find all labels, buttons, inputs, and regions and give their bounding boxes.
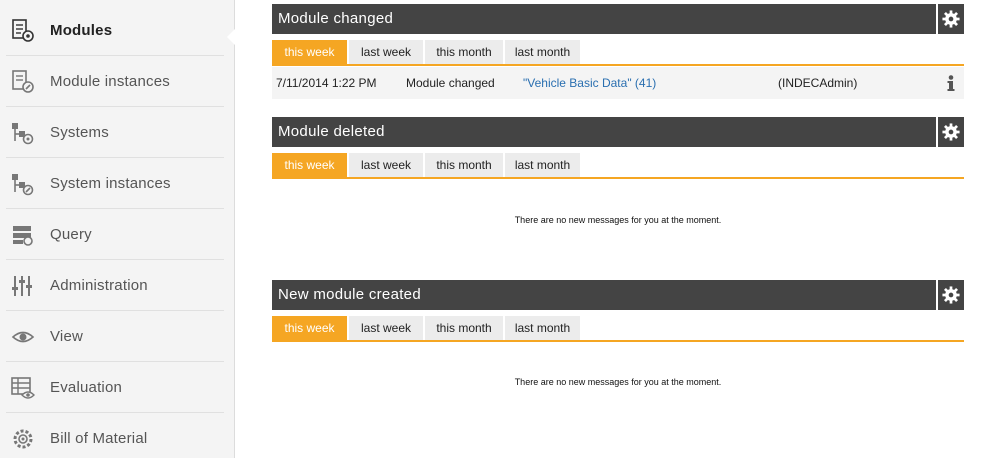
message-user: (INDECAdmin): [778, 76, 858, 90]
sidebar-item-evaluation[interactable]: Evaluation: [0, 362, 234, 413]
sidebar-item-label: Evaluation: [50, 379, 123, 396]
tab-this-week[interactable]: this week: [272, 40, 347, 64]
tab-last-week[interactable]: last week: [349, 153, 423, 177]
message-date: 7/11/2014 1:22 PM: [276, 76, 377, 90]
sidebar-item-query[interactable]: Query: [0, 209, 234, 260]
evaluation-icon: [11, 377, 35, 399]
sidebar: Modules Module instances Systems System …: [0, 0, 235, 458]
message-event: Module changed: [406, 76, 495, 90]
gear-icon: [942, 286, 960, 304]
module-instances-icon: [12, 70, 34, 93]
empty-message: There are no new messages for you at the…: [514, 377, 722, 387]
sidebar-item-systems[interactable]: Systems: [0, 107, 234, 158]
gear-icon: [942, 123, 960, 141]
sidebar-item-administration[interactable]: Administration: [0, 260, 234, 311]
sidebar-item-label: Query: [50, 226, 92, 243]
tab-last-month[interactable]: last month: [505, 316, 580, 340]
panel-header-module-changed: Module changed: [272, 4, 964, 34]
eye-icon: [11, 331, 35, 343]
settings-button[interactable]: [936, 4, 964, 34]
settings-button[interactable]: [936, 280, 964, 310]
message-link[interactable]: "Vehicle Basic Data" (41): [523, 76, 656, 90]
sidebar-item-view[interactable]: View: [0, 311, 234, 362]
empty-message: There are no new messages for you at the…: [514, 215, 722, 225]
sidebar-item-modules[interactable]: Modules: [0, 5, 235, 56]
tab-this-week[interactable]: this week: [272, 153, 347, 177]
gear-icon: [942, 10, 960, 28]
system-instances-icon: [12, 174, 34, 196]
query-icon: [13, 226, 33, 246]
message-row: 7/11/2014 1:22 PM Module changed "Vehicl…: [272, 67, 964, 99]
sidebar-item-label: System instances: [50, 175, 171, 192]
tab-last-month[interactable]: last month: [505, 40, 580, 64]
sidebar-item-module-instances[interactable]: Module instances: [0, 56, 234, 107]
panel-title: New module created: [278, 286, 421, 303]
sidebar-item-label: Systems: [50, 124, 109, 141]
tab-last-week[interactable]: last week: [349, 316, 423, 340]
panel-title: Module deleted: [278, 123, 385, 140]
tab-last-week[interactable]: last week: [349, 40, 423, 64]
active-indicator: [227, 29, 235, 45]
panel-header-new-module-created: New module created: [272, 280, 964, 310]
systems-icon: [12, 123, 34, 145]
tab-this-month[interactable]: this month: [425, 40, 503, 64]
administration-icon: [12, 276, 32, 296]
sidebar-item-system-instances[interactable]: System instances: [0, 158, 234, 209]
sidebar-item-label: Modules: [50, 22, 113, 39]
sidebar-item-bill-of-material[interactable]: Bill of Material: [0, 413, 234, 464]
panel-title: Module changed: [278, 10, 394, 27]
settings-button[interactable]: [936, 117, 964, 147]
sidebar-item-label: Administration: [50, 277, 148, 294]
sidebar-item-label: Bill of Material: [50, 430, 148, 447]
sidebar-item-label: View: [50, 328, 84, 345]
panel-header-module-deleted: Module deleted: [272, 117, 964, 147]
info-icon[interactable]: [946, 75, 956, 92]
period-tabs: this week last week this month last mont…: [272, 316, 964, 342]
tab-last-month[interactable]: last month: [505, 153, 580, 177]
tab-this-month[interactable]: this month: [425, 316, 503, 340]
tab-this-week[interactable]: this week: [272, 316, 347, 340]
period-tabs: this week last week this month last mont…: [272, 153, 964, 179]
bill-of-material-icon: [13, 429, 33, 449]
modules-icon: [12, 19, 34, 42]
period-tabs: this week last week this month last mont…: [272, 40, 964, 66]
sidebar-item-label: Module instances: [50, 73, 170, 90]
tab-this-month[interactable]: this month: [425, 153, 503, 177]
